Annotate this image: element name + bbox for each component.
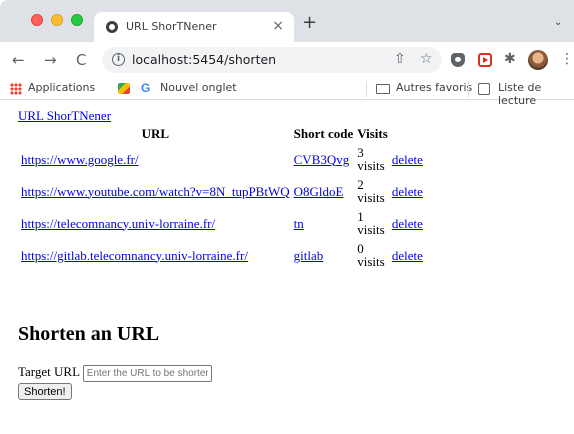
star-icon[interactable]: ☆: [420, 51, 433, 67]
column-header-actions: [391, 126, 424, 142]
avatar[interactable]: [528, 50, 548, 70]
row-short-code-link[interactable]: O8GldoE: [294, 184, 344, 199]
tab-title: URL ShorTNener: [126, 20, 217, 33]
address-bar[interactable]: i localhost:5454/shorten ⇧ ☆: [102, 47, 442, 73]
delete-link[interactable]: delete: [392, 152, 423, 167]
table-row: https://www.google.fr/ CVB3Qvg 3 visits d…: [20, 144, 424, 174]
delete-link[interactable]: delete: [392, 248, 423, 263]
row-visits: 2 visits: [357, 177, 385, 205]
reading-list-icon: [478, 83, 490, 95]
row-url-link[interactable]: https://www.google.fr/: [21, 152, 139, 167]
row-short-code-link[interactable]: tn: [294, 216, 304, 231]
shorten-button[interactable]: Shorten!: [18, 383, 72, 400]
column-header-short-code: Short code: [293, 126, 354, 141]
close-icon[interactable]: ×: [272, 18, 284, 34]
globe-icon: [106, 21, 118, 33]
row-visits: 1 visits: [357, 209, 385, 237]
reload-button[interactable]: C: [76, 51, 86, 69]
share-icon[interactable]: ⇧: [394, 51, 406, 67]
urls-table: URL Short code Visits https://www.google…: [18, 124, 426, 272]
row-url-link[interactable]: https://telecomnancy.univ-lorraine.fr/: [21, 216, 215, 231]
tab-strip: URL ShorTNener × + ⌄: [0, 0, 574, 42]
bookmark-applications[interactable]: Applications: [28, 81, 95, 94]
maximize-window-button[interactable]: [71, 14, 83, 26]
url-text[interactable]: localhost:5454/shorten: [132, 52, 276, 67]
target-url-label: Target URL: [18, 364, 80, 379]
table-row: https://gitlab.telecomnancy.univ-lorrain…: [20, 240, 424, 270]
target-url-row: Target URL: [18, 364, 212, 382]
tab-active[interactable]: URL ShorTNener ×: [94, 12, 294, 42]
delete-link[interactable]: delete: [392, 216, 423, 231]
home-link[interactable]: URL ShorTNener: [18, 108, 111, 124]
row-short-code-link[interactable]: gitlab: [294, 248, 324, 263]
menu-icon[interactable]: ⋮: [560, 51, 574, 67]
bookmark-new-tab[interactable]: Nouvel onglet: [160, 81, 237, 94]
chevron-down-icon[interactable]: ⌄: [554, 17, 562, 28]
bookmarks-bar: Applications G Nouvel onglet Autres favo…: [0, 78, 574, 107]
info-icon[interactable]: i: [112, 53, 125, 66]
section-title: Shorten an URL: [18, 323, 160, 345]
forward-button[interactable]: →: [44, 51, 57, 69]
puzzle-icon[interactable]: ✱: [504, 51, 518, 67]
bookmark-divider: [366, 81, 367, 97]
bookmark-divider: [468, 81, 469, 97]
red-extension-icon[interactable]: [478, 53, 492, 67]
toolbar: ← → C i localhost:5454/shorten ⇧ ☆ ✱ ⋮: [0, 42, 574, 78]
apps-grid-icon: [10, 83, 22, 95]
close-window-button[interactable]: [31, 14, 43, 26]
browser-window: URL ShorTNener × + ⌄ ← → C i localhost:5…: [0, 0, 574, 434]
column-header-url: URL: [141, 126, 170, 141]
table-row: https://www.youtube.com/watch?v=8N_tupPB…: [20, 176, 424, 206]
delete-link[interactable]: delete: [392, 184, 423, 199]
bookmark-other-favorites[interactable]: Autres favoris: [396, 81, 472, 94]
column-header-visits: Visits: [357, 126, 388, 141]
back-button[interactable]: ←: [12, 51, 25, 69]
minimize-window-button[interactable]: [51, 14, 63, 26]
target-url-input[interactable]: [82, 364, 212, 382]
row-url-link[interactable]: https://gitlab.telecomnancy.univ-lorrain…: [21, 248, 248, 263]
drive-icon[interactable]: [118, 83, 130, 94]
table-row: https://telecomnancy.univ-lorraine.fr/ t…: [20, 208, 424, 238]
google-icon: G: [141, 81, 151, 95]
row-short-code-link[interactable]: CVB3Qvg: [294, 152, 350, 167]
new-tab-button[interactable]: +: [302, 14, 317, 32]
row-visits: 0 visits: [357, 241, 385, 269]
shield-extension-icon[interactable]: [451, 53, 465, 67]
folder-icon: [376, 84, 390, 94]
row-visits: 3 visits: [357, 145, 385, 173]
page-content: URL ShorTNener URL Short code Visits htt…: [0, 101, 574, 434]
row-url-link[interactable]: https://www.youtube.com/watch?v=8N_tupPB…: [21, 184, 290, 199]
